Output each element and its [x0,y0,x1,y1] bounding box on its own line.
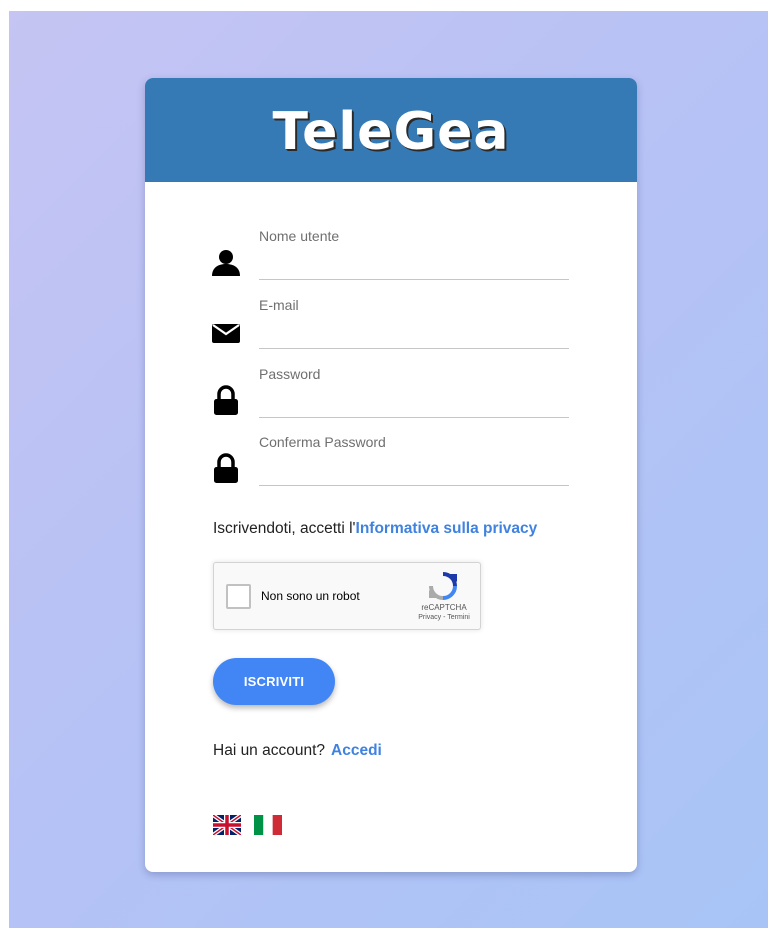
card-header: TeleGea [145,78,637,182]
password-input[interactable] [259,384,569,418]
login-prompt-text: Hai un account? [213,742,326,759]
email-field: E-mail [211,297,569,357]
uk-flag-icon[interactable] [213,815,241,835]
signup-card: TeleGea Nome utente E-mail Password Conf… [145,78,637,872]
confirm-password-field: Conferma Password [211,434,569,494]
recaptcha-widget: Non sono un robot reCAPTCHA Privacy - Te… [213,562,481,630]
recaptcha-checkbox[interactable] [226,584,251,609]
confirm-password-input[interactable] [259,452,569,486]
username-field: Nome utente [211,228,569,288]
login-link[interactable]: Accedi [331,742,382,759]
confirm-password-label: Conferma Password [259,434,386,450]
lock-icon [211,453,241,483]
username-label: Nome utente [259,228,340,244]
privacy-notice: Iscrivendoti, accetti l'Informativa sull… [213,520,537,538]
privacy-policy-link[interactable]: Informativa sulla privacy [356,520,538,537]
user-icon [211,247,241,277]
envelope-icon [211,316,241,346]
password-field: Password [211,366,569,426]
username-input[interactable] [259,246,569,280]
password-label: Password [259,366,321,382]
privacy-text: Iscrivendoti, accetti l' [213,520,356,537]
signup-button[interactable]: ISCRIVITI [213,658,335,705]
recaptcha-brand: reCAPTCHA [421,603,467,612]
login-prompt: Hai un account? Accedi [213,742,382,760]
email-label: E-mail [259,297,299,313]
brand-logo: TeleGea [272,102,510,162]
email-input[interactable] [259,315,569,349]
recaptcha-label: Non sono un robot [261,589,360,603]
recaptcha-links[interactable]: Privacy - Termini [410,614,478,621]
recaptcha-logo-icon [428,571,458,601]
italy-flag-icon[interactable] [254,815,282,835]
lock-icon [211,385,241,415]
